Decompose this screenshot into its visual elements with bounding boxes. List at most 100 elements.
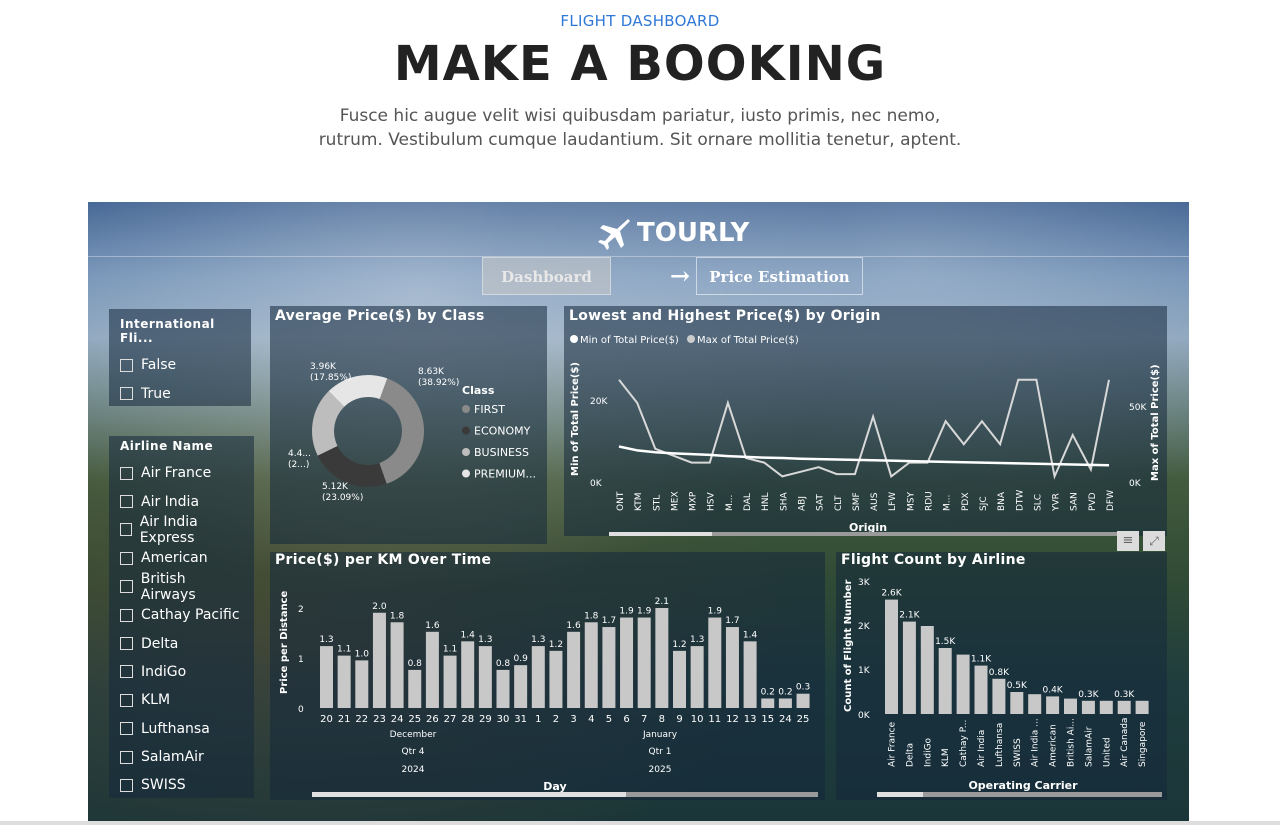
filter-icon[interactable]: ≡ [1117,531,1139,551]
slicer-option-american[interactable]: American [120,544,243,572]
data-label: 0.8 [408,659,423,669]
x-tick-label: KTM [634,493,644,511]
x-tick-label: 23 [373,714,386,725]
page-title: MAKE A BOOKING [393,36,887,92]
data-label: 1.1K [971,655,992,665]
slicer-option-lufthansa[interactable]: Lufthansa [120,715,243,743]
slicer-option-true[interactable]: True [120,379,240,407]
x-tick-label: CLT [834,495,844,511]
x-tick-label: DFW [1106,490,1116,511]
checkbox[interactable] [120,722,133,736]
bar [655,608,669,708]
legend-item: ECONOMY [474,425,531,438]
x-tick-label: 12 [726,714,739,725]
price-estimation-button[interactable]: Price Estimation [696,257,863,295]
slicer-option-air-india[interactable]: Air India [120,487,243,515]
checkbox[interactable] [120,750,133,764]
slicer-option-air-india-express[interactable]: Air India Express [120,514,243,546]
data-label: 0.9 [513,654,528,664]
legend-marker [462,426,470,435]
slicer-option-delta[interactable]: Delta [120,629,243,657]
flight-count-visual: Flight Count by Airline Count of Flight … [836,552,1167,800]
dashboard-embed: TOURLY Dashboard → Price Estimation Inte… [88,202,1189,821]
bar [1099,700,1113,714]
x-tick-label: ONT [616,491,626,511]
checkbox[interactable] [120,495,133,509]
x-tick-label: YVR [1052,493,1062,512]
data-label-pct: (23.09%) [322,493,363,503]
slicer-option-false[interactable]: False [120,351,240,379]
x-tick-label: Air India [977,730,987,767]
y-tick-label: 0K [1129,479,1142,489]
data-label: 1.9 [637,607,652,617]
month-label: January [642,730,678,740]
bar [743,641,757,708]
bar [355,660,369,708]
donut-chart[interactable]: 8.63K(38.92%) 5.12K(23.09%) 4.4...(2...) 3.… [270,306,547,544]
legend-marker [462,405,470,413]
checkbox[interactable] [120,387,133,401]
page-scroll-edge [0,821,1280,825]
bar [531,646,545,708]
legend-item: PREMIUM... [474,468,536,481]
x-axis-label: Operating Carrier [968,779,1078,792]
bar [796,693,810,708]
quarter-label: Qtr 1 [649,747,672,757]
subtitle-line-1: Fusce hic augue velit wisi quibusdam par… [339,106,941,126]
checkbox[interactable] [120,693,133,707]
data-label: 1.1 [337,645,351,655]
data-label-value: 4.4... [288,449,311,459]
x-tick-label: BNA [997,491,1007,511]
checkbox[interactable] [120,523,132,537]
bar [390,622,404,708]
slicer-option-swiss[interactable]: SWISS [120,771,243,799]
checkbox[interactable] [120,637,133,651]
checkbox[interactable] [120,466,133,480]
checkbox[interactable] [120,358,133,372]
bar [620,617,634,708]
slicer-option-indigo[interactable]: IndiGo [120,658,243,686]
bar [1081,700,1095,714]
legend-item: Min of Total Price($) [580,335,679,346]
x-tick-label: M... [943,495,953,511]
x-tick-label: RDU [925,491,935,511]
y-tick-label: 0 [298,705,304,715]
y-axis-label: Min of Total Price($) [570,362,581,476]
checkbox[interactable] [120,580,133,594]
data-label: 0.5K [1007,681,1028,691]
slicer-option-cathay-pacific[interactable]: Cathay Pacific [120,601,243,629]
line-chart[interactable]: Min of Total Price($) Max of Total Price(… [564,306,1167,536]
x-tick-label: 30 [497,714,510,725]
price-per-km-bar-chart[interactable]: Price per Distance 2101.3201.1211.0222.02… [270,552,825,800]
checkbox[interactable] [120,778,133,792]
bar [974,665,988,714]
checkbox[interactable] [120,551,133,565]
data-label: 1.4 [461,630,476,640]
data-label: 1.3 [531,635,545,645]
subtitle-line-2: rutrum. Vestibulum cumque laudantium. Si… [318,130,962,150]
slicer-option-klm[interactable]: KLM [120,686,243,714]
slicer-option-air-france[interactable]: Air France [120,459,243,487]
bar [443,655,457,708]
page-subtitle: Fusce hic augue velit wisi quibusdam par… [0,104,1280,152]
checkbox[interactable] [120,665,133,679]
x-tick-label: Cathay P... [959,720,969,767]
x-tick-label: HSV [707,492,717,511]
focus-mode-icon[interactable]: ⤢ [1143,531,1165,551]
x-tick-label: 21 [338,714,351,725]
legend-marker [462,469,470,478]
tourly-logo: TOURLY [595,216,749,250]
series-line-max [618,378,1110,480]
slicer-option-british-airways[interactable]: British Airways [120,571,243,603]
page-header: FLIGHT DASHBOARD MAKE A BOOKING Fusce hi… [0,0,1280,202]
checkbox[interactable] [120,608,133,622]
x-tick-label: 24 [779,714,792,725]
slicer-option-salamair[interactable]: SalamAir [120,743,243,771]
flight-count-bar-chart[interactable]: Count of Flight Number 3K 2K 1K 0K 2.6K Air Fr… [836,552,1167,800]
x-tick-label: SAN [1070,492,1080,511]
legend-marker [462,448,470,456]
y-tick-label: 2 [298,605,304,615]
data-label: 1.9 [619,607,634,617]
dashboard-tab-button[interactable]: Dashboard [482,257,611,295]
data-label: 1.0 [355,649,370,659]
